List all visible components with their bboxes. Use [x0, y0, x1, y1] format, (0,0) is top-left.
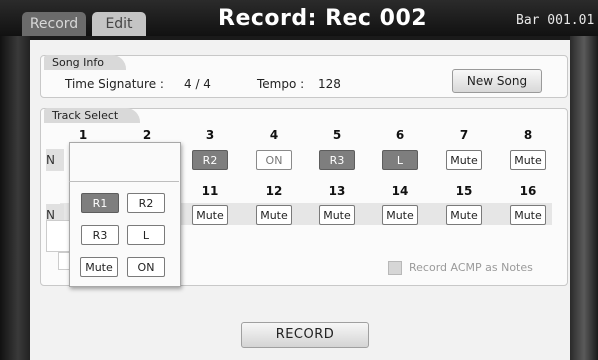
- track-6-state-button[interactable]: L: [382, 150, 418, 170]
- track-number: 15: [455, 184, 473, 198]
- track-number: 5: [332, 128, 342, 142]
- popup-option-on[interactable]: ON: [127, 257, 165, 277]
- record-button[interactable]: RECORD: [241, 322, 369, 348]
- track-12-state-button[interactable]: Mute: [256, 205, 292, 225]
- track-8-state-button[interactable]: Mute: [510, 150, 546, 170]
- bar-position-readout: Bar 001.01: [516, 13, 595, 28]
- time-signature-label: Time Signature :: [65, 77, 164, 91]
- track-number: 6: [395, 128, 405, 142]
- record-acmp-label: Record ACMP as Notes: [409, 261, 533, 274]
- track-13-state-button[interactable]: Mute: [319, 205, 355, 225]
- song-info-label: Song Info: [44, 55, 126, 70]
- track-number: 1: [78, 128, 88, 142]
- popup-divider: [69, 181, 179, 182]
- track-1-state-stub[interactable]: N: [46, 149, 64, 171]
- track-number: 7: [459, 128, 469, 142]
- track-4-state-button[interactable]: ON: [256, 150, 292, 170]
- left-edge-decoration: [0, 36, 30, 360]
- tempo-value[interactable]: 128: [318, 77, 341, 91]
- tab-edit[interactable]: Edit: [92, 12, 146, 36]
- track-number: 14: [391, 184, 409, 198]
- track-15-state-button[interactable]: Mute: [446, 205, 482, 225]
- track-5-state-button[interactable]: R3: [319, 150, 355, 170]
- partial-field: [46, 220, 70, 252]
- track-number: 16: [519, 184, 537, 198]
- popup-option-r2[interactable]: R2: [127, 193, 165, 213]
- top-bar: Record Edit Record: Rec 002 Bar 001.01: [0, 0, 598, 36]
- track-number: 8: [523, 128, 533, 142]
- popup-option-l[interactable]: L: [127, 225, 165, 245]
- track-number: 13: [328, 184, 346, 198]
- track-3-state-button[interactable]: R2: [192, 150, 228, 170]
- popup-option-r1[interactable]: R1: [81, 193, 119, 213]
- track-11-state-button[interactable]: Mute: [192, 205, 228, 225]
- track-number: 11: [201, 184, 219, 198]
- track-number: 12: [265, 184, 283, 198]
- tempo-label: Tempo :: [257, 77, 305, 91]
- right-edge-decoration: [570, 36, 598, 360]
- track-number: 4: [269, 128, 279, 142]
- tab-record[interactable]: Record: [22, 12, 86, 36]
- track-16-state-button[interactable]: Mute: [510, 205, 546, 225]
- track-select-label: Track Select: [44, 108, 141, 123]
- new-song-button[interactable]: New Song: [452, 69, 542, 93]
- page-title: Record: Rec 002: [218, 6, 428, 31]
- record-acmp-checkbox[interactable]: [388, 261, 402, 275]
- track-number: 3: [205, 128, 215, 142]
- popup-option-r3[interactable]: R3: [81, 225, 119, 245]
- track-number: 2: [142, 128, 152, 142]
- popup-option-mute[interactable]: Mute: [80, 257, 118, 277]
- track-14-state-button[interactable]: Mute: [382, 205, 418, 225]
- time-signature-value[interactable]: 4 / 4: [184, 77, 211, 91]
- track-7-state-button[interactable]: Mute: [446, 150, 482, 170]
